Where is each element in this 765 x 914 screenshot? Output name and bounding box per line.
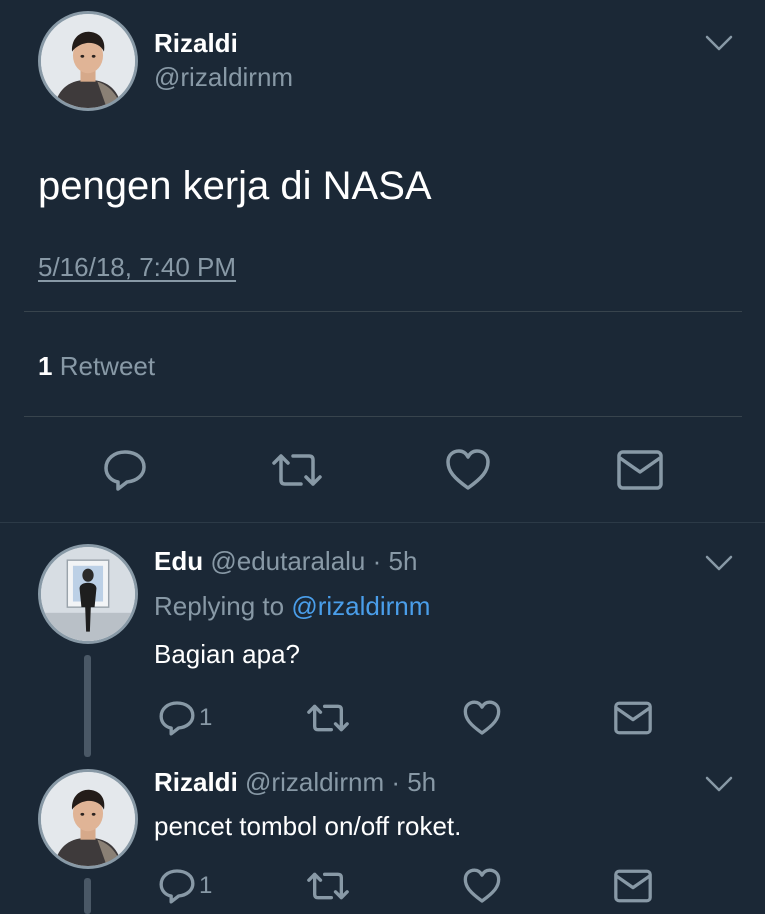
author-handle[interactable]: @rizaldirnm xyxy=(154,62,293,93)
thread-line xyxy=(84,878,91,914)
profile-photo-edu xyxy=(41,547,135,641)
reply-header: Edu @edutaralalu · 5h xyxy=(154,546,417,577)
chevron-down-icon[interactable] xyxy=(704,554,734,572)
reply-header: Rizaldi @rizaldirnm · 5h xyxy=(154,767,436,798)
like-icon xyxy=(463,700,501,735)
reply-author-name[interactable]: Edu xyxy=(154,546,203,576)
tweet-text: pengen kerja di NASA xyxy=(38,164,432,208)
reply-icon xyxy=(159,701,195,736)
reply-icon xyxy=(159,869,195,904)
divider xyxy=(24,416,742,417)
profile-photo-rizaldi xyxy=(41,772,135,866)
retweet-button[interactable] xyxy=(305,866,351,906)
message-icon xyxy=(617,450,663,490)
reply-text: pencet tombol on/off roket. xyxy=(154,811,462,841)
profile-photo-rizaldi xyxy=(41,14,135,108)
reply-count: 1 xyxy=(199,704,213,731)
like-button[interactable] xyxy=(462,866,502,906)
divider xyxy=(24,311,742,312)
like-icon xyxy=(446,449,490,490)
thread-line xyxy=(84,655,91,757)
replying-to: Replying to @rizaldirnm xyxy=(154,591,430,622)
retweet-icon xyxy=(307,704,349,732)
message-icon xyxy=(614,869,652,903)
reply-author-name[interactable]: Rizaldi xyxy=(154,767,238,797)
retweet-icon xyxy=(307,872,349,900)
avatar[interactable] xyxy=(38,769,138,869)
like-button[interactable] xyxy=(444,446,492,494)
direct-message-button[interactable] xyxy=(613,868,653,904)
reply-handle-time[interactable]: @edutaralalu · 5h xyxy=(210,546,417,576)
retweet-button[interactable] xyxy=(270,446,324,494)
retweet-button[interactable] xyxy=(305,698,351,738)
retweet-icon xyxy=(272,454,322,486)
reply-count: 1 xyxy=(199,872,213,899)
like-button[interactable] xyxy=(462,698,502,738)
like-icon xyxy=(463,868,501,903)
divider xyxy=(0,522,765,523)
replying-to-prefix: Replying to xyxy=(154,591,285,621)
tweet-detail-page: Rizaldi @rizaldirnm pengen kerja di NASA… xyxy=(0,0,765,914)
retweet-count: 1 xyxy=(38,351,53,381)
reply-handle-time[interactable]: @rizaldirnm · 5h xyxy=(245,767,436,797)
chevron-down-icon[interactable] xyxy=(704,34,734,52)
direct-message-button[interactable] xyxy=(613,700,653,736)
avatar[interactable] xyxy=(38,544,138,644)
direct-message-button[interactable] xyxy=(616,448,664,492)
reply-button[interactable]: 1 xyxy=(157,698,212,738)
reply-button[interactable] xyxy=(101,446,149,494)
avatar[interactable] xyxy=(38,11,138,111)
retweet-stats[interactable]: 1 Retweet xyxy=(38,351,155,382)
reply-text: Bagian apa? xyxy=(154,639,301,669)
reply-icon xyxy=(104,450,146,491)
author-name[interactable]: Rizaldi xyxy=(154,28,238,59)
reply-button[interactable]: 1 xyxy=(157,866,212,906)
retweet-label: Retweet xyxy=(59,351,156,381)
message-icon xyxy=(614,701,652,735)
chevron-down-icon[interactable] xyxy=(704,775,734,793)
tweet-timestamp[interactable]: 5/16/18, 7:40 PM xyxy=(38,252,236,283)
mention-link[interactable]: @rizaldirnm xyxy=(291,591,430,621)
